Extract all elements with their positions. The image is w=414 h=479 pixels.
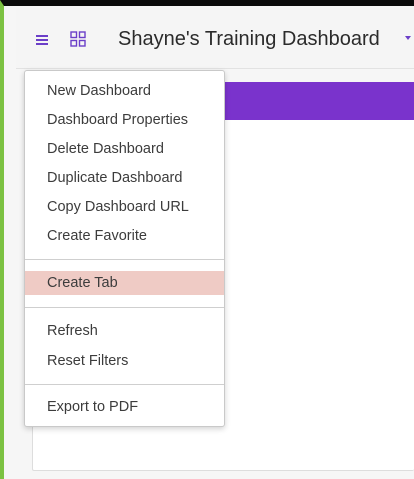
dashboard-menu: New Dashboard Dashboard Properties Delet… — [24, 70, 225, 427]
menu-item-export-to-pdf[interactable]: Export to PDF — [25, 395, 224, 419]
menu-item-duplicate-dashboard[interactable]: Duplicate Dashboard — [25, 166, 224, 190]
menu-item-refresh[interactable]: Refresh — [25, 319, 224, 343]
caret-down-icon[interactable] — [405, 36, 411, 40]
menu-item-delete-dashboard[interactable]: Delete Dashboard — [25, 137, 224, 161]
menu-item-copy-dashboard-url[interactable]: Copy Dashboard URL — [25, 195, 224, 219]
menu-item-create-favorite[interactable]: Create Favorite — [25, 224, 224, 248]
menu-item-new-dashboard[interactable]: New Dashboard — [25, 79, 224, 103]
dashboard-title[interactable]: Shayne's Training Dashboard — [118, 28, 380, 51]
app-header: Shayne's Training Dashboard — [16, 8, 414, 69]
grid-icon[interactable] — [70, 31, 86, 47]
menu-divider — [25, 307, 224, 308]
menu-item-create-tab[interactable]: Create Tab — [25, 271, 224, 295]
menu-item-dashboard-properties[interactable]: Dashboard Properties — [25, 108, 224, 132]
menu-item-reset-filters[interactable]: Reset Filters — [25, 349, 224, 373]
menu-divider — [25, 384, 224, 385]
hamburger-icon[interactable] — [36, 35, 48, 45]
menu-divider — [25, 259, 224, 260]
